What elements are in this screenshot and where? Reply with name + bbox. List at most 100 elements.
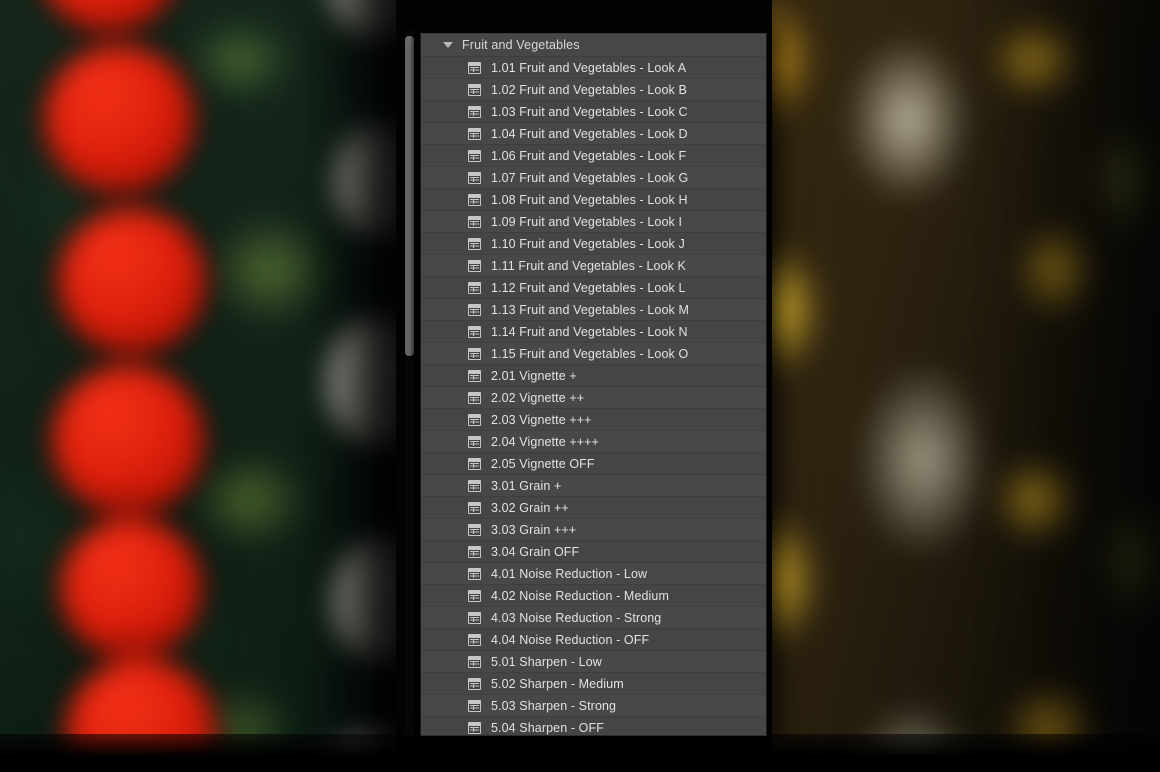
preset-table-icon: [468, 633, 481, 646]
preset-table-icon: [468, 61, 481, 74]
preset-list-item[interactable]: 4.02 Noise Reduction - Medium: [421, 585, 766, 607]
preset-group-header[interactable]: Fruit and Vegetables: [421, 34, 766, 57]
preset-item-label: 1.01 Fruit and Vegetables - Look A: [491, 60, 687, 75]
preset-table-icon: [468, 677, 481, 690]
preset-list-item[interactable]: 3.04 Grain OFF: [421, 541, 766, 563]
preset-table-icon: [468, 413, 481, 426]
preset-table-icon: [468, 545, 481, 558]
preset-table-icon: [468, 347, 481, 360]
preset-list-item[interactable]: 2.01 Vignette +: [421, 365, 766, 387]
preset-table-icon: [468, 303, 481, 316]
preset-item-label: 1.11 Fruit and Vegetables - Look K: [491, 258, 686, 273]
preset-list-item[interactable]: 3.03 Grain +++: [421, 519, 766, 541]
preset-item-label: 4.01 Noise Reduction - Low: [491, 566, 648, 581]
preset-item-label: 2.05 Vignette OFF: [491, 456, 595, 471]
preset-list-item[interactable]: 5.01 Sharpen - Low: [421, 651, 766, 673]
preset-list-item[interactable]: 2.05 Vignette OFF: [421, 453, 766, 475]
preset-item-label: 5.02 Sharpen - Medium: [491, 676, 624, 691]
preset-list-item[interactable]: 1.07 Fruit and Vegetables - Look G: [421, 167, 766, 189]
preset-list-item[interactable]: 5.02 Sharpen - Medium: [421, 673, 766, 695]
preset-list-item[interactable]: 1.14 Fruit and Vegetables - Look N: [421, 321, 766, 343]
preset-item-label: 4.03 Noise Reduction - Strong: [491, 610, 662, 625]
preset-panel: Fruit and Vegetables 1.01 Fruit and Vege…: [420, 33, 767, 736]
preset-table-icon: [468, 83, 481, 96]
preset-item-label: 1.04 Fruit and Vegetables - Look D: [491, 126, 688, 141]
preset-list-item[interactable]: 5.04 Sharpen - OFF: [421, 717, 766, 735]
preset-item-label: 5.01 Sharpen - Low: [491, 654, 602, 669]
preset-item-label: 1.12 Fruit and Vegetables - Look L: [491, 280, 686, 295]
preset-list-item[interactable]: 1.13 Fruit and Vegetables - Look M: [421, 299, 766, 321]
preset-table-icon: [468, 457, 481, 470]
preset-table-icon: [468, 259, 481, 272]
preset-table-icon: [468, 721, 481, 734]
triangle-down-icon[interactable]: [443, 42, 453, 48]
preset-item-label: 1.14 Fruit and Vegetables - Look N: [491, 324, 688, 339]
preset-item-label: 3.03 Grain +++: [491, 522, 577, 537]
preset-item-label: 1.08 Fruit and Vegetables - Look H: [491, 192, 688, 207]
preset-list-item[interactable]: 2.02 Vignette ++: [421, 387, 766, 409]
preset-table-icon: [468, 655, 481, 668]
preset-item-label: 1.10 Fruit and Vegetables - Look J: [491, 236, 685, 251]
preset-list-item[interactable]: 2.03 Vignette +++: [421, 409, 766, 431]
background-photo-left: [0, 0, 402, 772]
preset-item-label: 1.09 Fruit and Vegetables - Look I: [491, 214, 683, 229]
preset-list-item[interactable]: 4.01 Noise Reduction - Low: [421, 563, 766, 585]
background-photo-right: [768, 0, 1160, 772]
preset-list-item[interactable]: 1.10 Fruit and Vegetables - Look J: [421, 233, 766, 255]
preset-table-icon: [468, 171, 481, 184]
preset-list-item[interactable]: 1.09 Fruit and Vegetables - Look I: [421, 211, 766, 233]
preset-item-label: 4.04 Noise Reduction - OFF: [491, 632, 650, 647]
preset-table-icon: [468, 523, 481, 536]
tomato-cluster: [0, 0, 402, 772]
preset-table-icon: [468, 589, 481, 602]
preset-item-label: 1.06 Fruit and Vegetables - Look F: [491, 148, 687, 163]
preset-table-icon: [468, 215, 481, 228]
preset-list-item[interactable]: 1.03 Fruit and Vegetables - Look C: [421, 101, 766, 123]
preset-item-label: 3.02 Grain ++: [491, 500, 569, 515]
preset-list-item[interactable]: 4.03 Noise Reduction - Strong: [421, 607, 766, 629]
preset-list-item[interactable]: 1.01 Fruit and Vegetables - Look A: [421, 57, 766, 79]
preset-table-icon: [468, 435, 481, 448]
preset-list-item[interactable]: 5.03 Sharpen - Strong: [421, 695, 766, 717]
preset-list-item[interactable]: 1.02 Fruit and Vegetables - Look B: [421, 79, 766, 101]
preset-item-label: 2.02 Vignette ++: [491, 390, 585, 405]
preset-table-icon: [468, 501, 481, 514]
preset-item-label: 3.01 Grain +: [491, 478, 562, 493]
app-window: Fruit and Vegetables 1.01 Fruit and Vege…: [0, 0, 1160, 772]
preset-table-icon: [468, 149, 481, 162]
preset-table-icon: [468, 369, 481, 382]
preset-table-icon: [468, 105, 481, 118]
preset-list-item[interactable]: 4.04 Noise Reduction - OFF: [421, 629, 766, 651]
preset-item-label: 1.07 Fruit and Vegetables - Look G: [491, 170, 689, 185]
preset-item-label: 4.02 Noise Reduction - Medium: [491, 588, 669, 603]
preset-list-item[interactable]: 3.02 Grain ++: [421, 497, 766, 519]
preset-list-item[interactable]: 1.11 Fruit and Vegetables - Look K: [421, 255, 766, 277]
preset-list-item[interactable]: 2.04 Vignette ++++: [421, 431, 766, 453]
preset-item-label: 3.04 Grain OFF: [491, 544, 580, 559]
preset-table-icon: [468, 281, 481, 294]
preset-item-label: 1.02 Fruit and Vegetables - Look B: [491, 82, 687, 97]
preset-item-label: 1.03 Fruit and Vegetables - Look C: [491, 104, 688, 119]
preset-table-icon: [468, 127, 481, 140]
preset-item-label: 1.15 Fruit and Vegetables - Look O: [491, 346, 689, 361]
preset-table-icon: [468, 479, 481, 492]
preset-item-label: 1.13 Fruit and Vegetables - Look M: [491, 302, 689, 317]
preset-table-icon: [468, 325, 481, 338]
preset-list-item[interactable]: 1.12 Fruit and Vegetables - Look L: [421, 277, 766, 299]
preset-item-label: 2.04 Vignette ++++: [491, 434, 599, 449]
preset-table-icon: [468, 193, 481, 206]
preset-list-item[interactable]: 1.15 Fruit and Vegetables - Look O: [421, 343, 766, 365]
preset-item-label: 2.01 Vignette +: [491, 368, 577, 383]
scrollbar-thumb[interactable]: [405, 36, 414, 356]
preset-table-icon: [468, 699, 481, 712]
preset-item-label: 2.03 Vignette +++: [491, 412, 592, 427]
preset-list-item[interactable]: 1.04 Fruit and Vegetables - Look D: [421, 123, 766, 145]
preset-table-icon: [468, 237, 481, 250]
preset-group-label: Fruit and Vegetables: [462, 38, 580, 52]
preset-list-item[interactable]: 1.06 Fruit and Vegetables - Look F: [421, 145, 766, 167]
preset-list-item[interactable]: 3.01 Grain +: [421, 475, 766, 497]
preset-list: 1.01 Fruit and Vegetables - Look A 1.02 F…: [421, 57, 766, 735]
preset-list-item[interactable]: 1.08 Fruit and Vegetables - Look H: [421, 189, 766, 211]
fruit-shading: [768, 0, 1160, 772]
preset-item-label: 5.03 Sharpen - Strong: [491, 698, 617, 713]
